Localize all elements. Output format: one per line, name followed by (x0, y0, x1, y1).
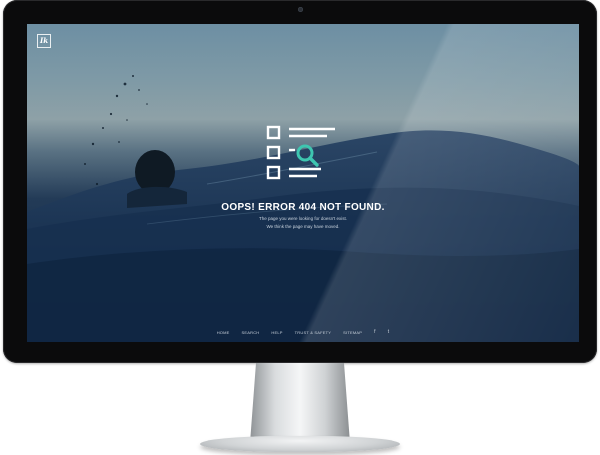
monitor: Ik OOPS! ERROR 404 NOT FOUND. The page y… (3, 0, 597, 363)
search-list-icon (265, 124, 339, 187)
site-logo[interactable]: Ik (37, 34, 51, 48)
error-title: OOPS! ERROR 404 NOT FOUND. (221, 202, 385, 213)
footer-nav: HOME SEARCH HELP TRUST & SAFETY SITEMAP … (27, 327, 579, 337)
camera-icon (298, 7, 303, 12)
footer-link-search[interactable]: SEARCH (242, 330, 260, 335)
footer-link-trust-safety[interactable]: TRUST & SAFETY (295, 330, 332, 335)
error-message-line1: The page you were looking for doesn't ex… (259, 216, 347, 221)
footer-link-sitemap[interactable]: SITEMAP (343, 330, 362, 335)
screen: Ik OOPS! ERROR 404 NOT FOUND. The page y… (27, 24, 579, 342)
monitor-stand-base (200, 436, 400, 452)
footer-link-help[interactable]: HELP (271, 330, 282, 335)
error-message-line2: We think the page may have moved. (266, 224, 340, 229)
footer-link-home[interactable]: HOME (217, 330, 230, 335)
monitor-stand-neck (250, 363, 350, 443)
facebook-icon[interactable]: f (374, 329, 376, 335)
twitter-icon[interactable]: t (388, 329, 390, 335)
